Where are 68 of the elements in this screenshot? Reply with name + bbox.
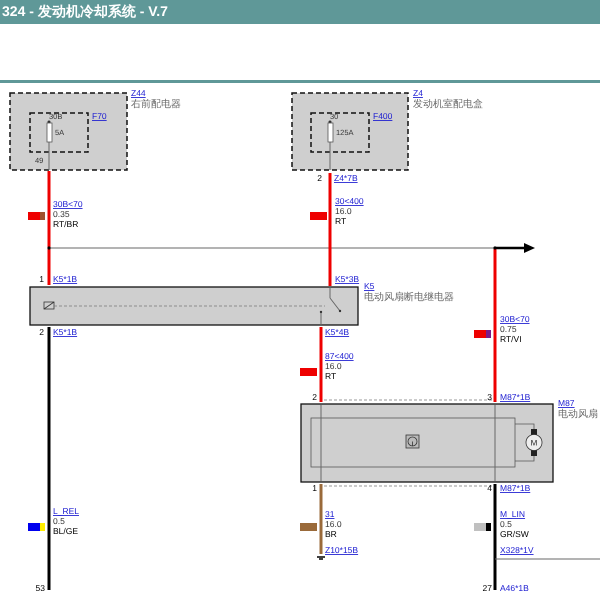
wire-gauge: 0.75: [500, 324, 517, 334]
arrow-icon: [495, 243, 535, 253]
signal-link[interactable]: 30<400: [335, 196, 364, 206]
wire-color-code: RT/VI: [500, 334, 522, 344]
connector-link[interactable]: M87*1B: [500, 392, 530, 402]
wire-color-swatch: [300, 523, 317, 531]
fuse-housing: [29, 112, 89, 153]
signal-link[interactable]: 30B<70: [500, 314, 530, 324]
pin-number: 3: [487, 392, 492, 402]
component-name: 电动风扇断电继电器: [364, 292, 454, 303]
fuse-icon: [46, 120, 52, 170]
pin-number: 53: [36, 583, 45, 591]
ground-icon: [317, 556, 325, 560]
motor-symbol-letter: M: [530, 438, 538, 448]
wire-color-swatch: [474, 330, 491, 338]
pin-number: 4: [487, 483, 492, 493]
connector-link[interactable]: M87*1B: [500, 483, 530, 493]
connector-link[interactable]: Z10*15B: [325, 545, 358, 555]
wire-color-swatch: [310, 212, 327, 220]
page-title: 324 - 发动机冷却系统 - V.7: [2, 3, 168, 21]
signal-link[interactable]: 31: [325, 509, 334, 519]
wire-gauge: 0.35: [53, 209, 70, 219]
connector-link[interactable]: A46*1B: [500, 583, 529, 591]
wire-gauge: 16.0: [325, 361, 342, 371]
wire-color-code: RT/BR: [53, 219, 78, 229]
relay-switch-icon: [320, 286, 342, 326]
signal-link[interactable]: 87<400: [325, 351, 354, 361]
component-name: 右前配电器: [131, 99, 181, 110]
relay-coil-icon: [44, 302, 54, 310]
wire-color-code: GR/SW: [500, 529, 529, 539]
fuse-icon: [328, 120, 334, 170]
motor-icon: [514, 424, 542, 462]
fuse-housing: [310, 112, 370, 153]
signal-link[interactable]: L_REL: [53, 506, 79, 516]
pin-number: 1: [39, 274, 44, 284]
signal-link[interactable]: M_LIN: [500, 509, 526, 519]
connector-link[interactable]: K5*4B: [325, 327, 350, 337]
connector-link[interactable]: K5*3B: [335, 274, 360, 284]
wire-gauge: 0.5: [500, 519, 512, 529]
component-link[interactable]: Z4: [413, 88, 423, 98]
pin-number: 2: [317, 173, 322, 183]
pin-number: 2: [39, 327, 44, 337]
fuse-link[interactable]: F70: [92, 111, 107, 121]
wire-color-code: RT: [335, 216, 346, 226]
wire-color-swatch: [28, 212, 45, 220]
pin-number: 2: [312, 392, 317, 402]
component-name: 电动风扇: [558, 409, 598, 420]
connector-link[interactable]: K5*1B: [53, 327, 78, 337]
wire-gauge: 16.0: [335, 206, 352, 216]
connector-link[interactable]: Z4*7B: [334, 173, 358, 183]
wire-gauge: 0.5: [53, 516, 65, 526]
wire-color-swatch: [28, 523, 45, 531]
wire-color-code: RT: [325, 371, 336, 381]
component-link[interactable]: Z44: [131, 88, 146, 98]
wire-color-swatch: [300, 368, 317, 376]
component-link[interactable]: K5: [364, 281, 374, 291]
wire-color-code: BL/GE: [53, 526, 78, 536]
wire-color-code: BR: [325, 529, 337, 539]
wire-color-swatch: [474, 523, 491, 531]
connector-link[interactable]: K5*1B: [53, 274, 78, 284]
signal-link[interactable]: 30B<70: [53, 199, 83, 209]
pin-number: 27: [482, 583, 492, 591]
component-link[interactable]: M87: [558, 398, 575, 408]
connector-link[interactable]: X328*1V: [500, 545, 534, 555]
wire-gauge: 16.0: [325, 519, 342, 529]
fuse-link[interactable]: F400: [373, 111, 392, 121]
component-name: 发动机室配电盒: [413, 99, 483, 110]
pin-number: 1: [312, 483, 317, 493]
